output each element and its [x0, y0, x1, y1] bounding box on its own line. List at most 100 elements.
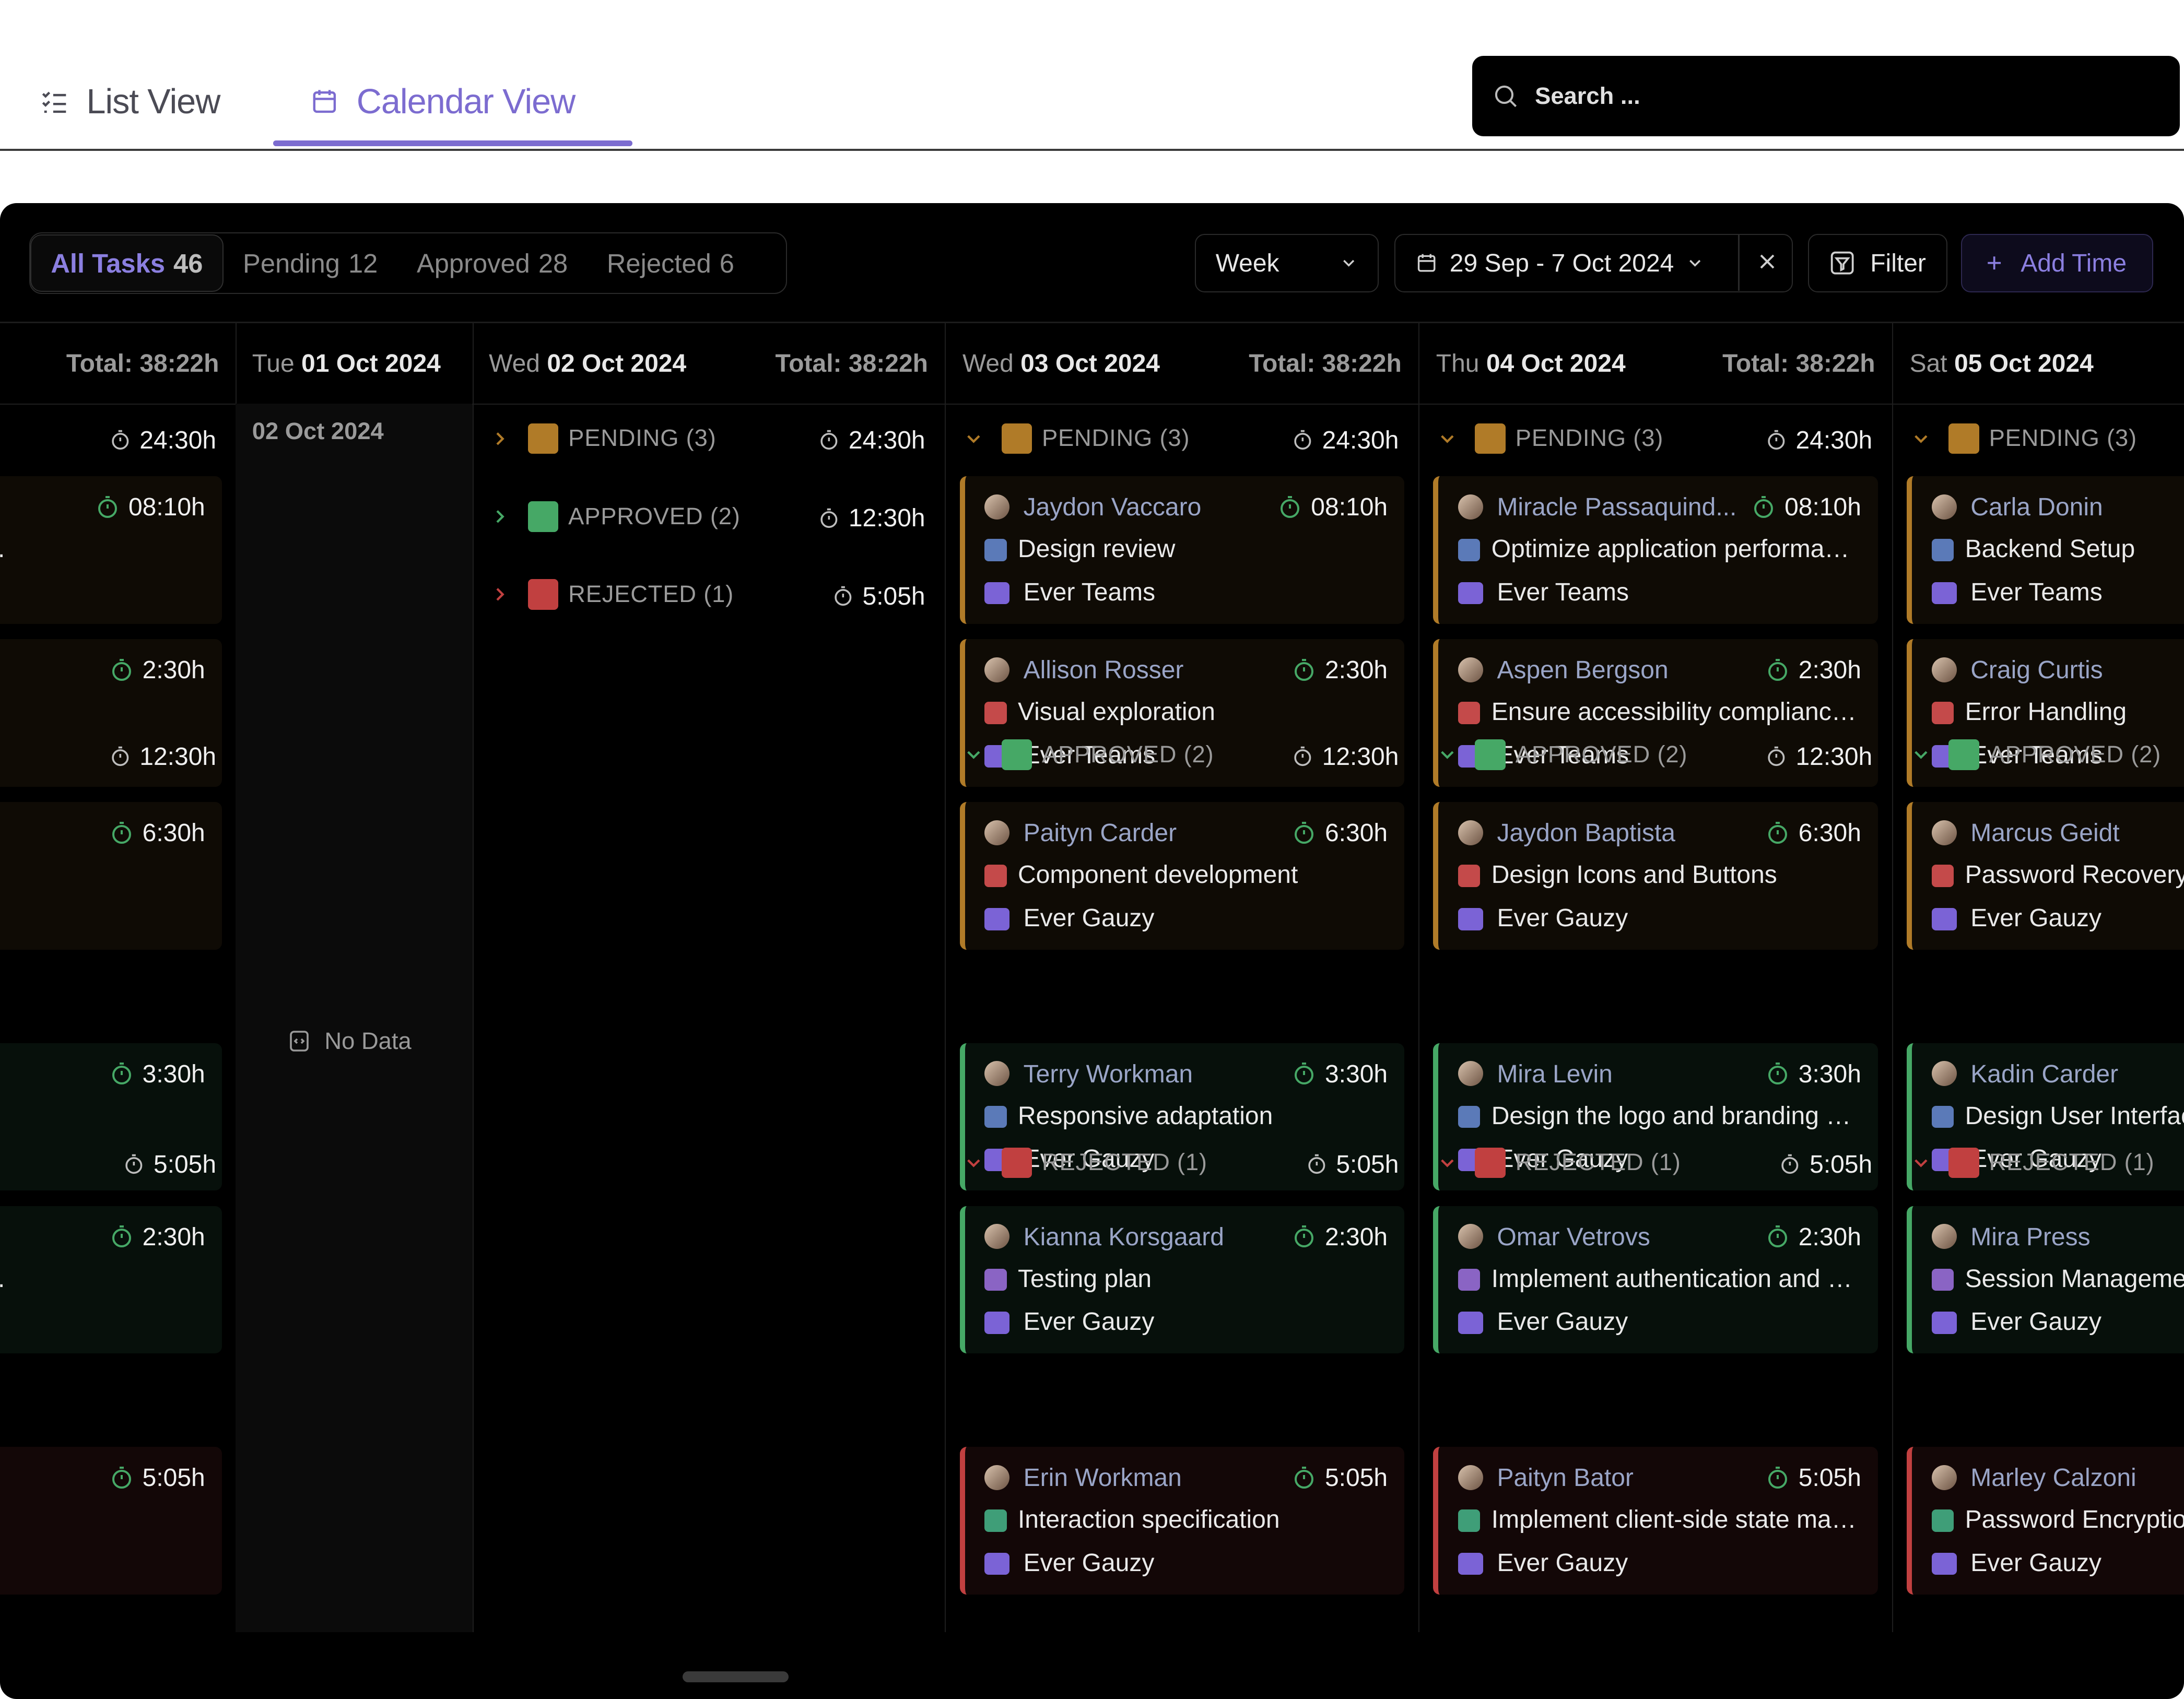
tab-list-view[interactable]: List View — [39, 58, 220, 145]
status-group-header[interactable]: REJECTED (1) 5:05h — [946, 1136, 1418, 1192]
filter-rejected[interactable]: Rejected 6 — [588, 235, 754, 291]
status-group-duration: 24:30h — [1765, 426, 1872, 455]
employee-name[interactable]: Terry Workman — [1024, 1060, 1193, 1089]
project-name: Ever Gauzy — [1497, 904, 1628, 932]
add-time-button[interactable]: Add Time — [1961, 234, 2154, 293]
entry-duration: 3:30h — [1291, 1060, 1388, 1089]
story-icon — [984, 1105, 1007, 1128]
timer-icon — [1768, 1466, 1787, 1489]
time-entry-card[interactable]: t6:30hd Buttons — [0, 802, 222, 950]
task-title: Palette and Visual... — [0, 535, 202, 563]
employee-name[interactable]: Aspen Bergson — [1497, 656, 1668, 685]
day-total: Total: 38:22h — [1722, 350, 1875, 378]
timer-icon — [111, 746, 128, 766]
entry-duration: 08:10h — [95, 493, 205, 522]
filter-button[interactable]: Filter — [1807, 234, 1947, 293]
status-group-header[interactable]: REJECTED (1) — [1893, 1136, 2184, 1192]
employee-name[interactable]: Marcus Geidt — [1970, 819, 2119, 847]
time-entry-card[interactable]: Erin Workman 5:05h Interaction specificati… — [959, 1447, 1405, 1595]
employee-name[interactable]: Kadin Carder — [1970, 1060, 2118, 1089]
employee-name[interactable]: Paityn Carder — [1024, 819, 1177, 847]
chevron-down-icon[interactable] — [962, 1152, 985, 1174]
status-group-header[interactable]: APPROVED (2) 12:30h — [472, 490, 945, 546]
period-select[interactable]: Week — [1195, 234, 1379, 293]
status-group-header[interactable]: APPROVED (2) — [1893, 728, 2184, 784]
time-entry-card[interactable]: Jaydon Baptista 6:30h Design Icons and But… — [1433, 802, 1878, 950]
time-entry-card[interactable]: 08:10h Palette and Visual... — [0, 476, 222, 624]
task-title: Password Recovery — [1965, 861, 2184, 889]
employee-name[interactable]: Omar Vetrovs — [1497, 1223, 1650, 1252]
chevron-down-icon[interactable] — [1436, 428, 1459, 450]
entry-duration: 2:30h — [1765, 1223, 1861, 1252]
status-group-header[interactable]: APPROVED (2) 12:30h — [946, 728, 1418, 784]
time-entry-card[interactable]: 2:30h Palette and Visual... — [0, 1206, 222, 1354]
status-group-label: PENDING (3) — [1515, 424, 1664, 452]
filter-pending[interactable]: Pending 12 — [224, 235, 397, 291]
employee-name[interactable]: Marley Calzoni — [1970, 1464, 2136, 1492]
chevron-right-icon[interactable] — [489, 583, 511, 606]
time-entry-card[interactable]: Marley Calzoni Password Encryptio Ever Gau… — [1907, 1447, 2184, 1595]
task-title: Component development — [1017, 861, 1298, 889]
time-entry-card[interactable]: Miracle Passaquind... 08:10h Optimize appl… — [1433, 476, 1878, 624]
chevron-down-icon[interactable] — [962, 428, 985, 450]
employee-name[interactable]: Mira Levin — [1497, 1060, 1612, 1089]
tab-calendar-view[interactable]: Calendar View — [309, 58, 576, 145]
status-group-header[interactable]: 24:30h — [0, 412, 236, 468]
time-entry-card[interactable]: Paityn Carder 6:30h Component development E… — [959, 802, 1405, 950]
chevron-right-icon[interactable] — [489, 505, 511, 528]
status-group-header[interactable]: 2)12:30h — [0, 728, 236, 784]
search-bar[interactable] — [1472, 55, 2180, 137]
status-group-duration: 5:05h — [123, 1150, 216, 1179]
chevron-down-icon[interactable] — [1910, 1152, 1932, 1174]
chevron-down-icon[interactable] — [1436, 744, 1459, 766]
employee-name[interactable]: Jaydon Baptista — [1497, 819, 1675, 847]
timer-icon — [111, 430, 128, 450]
status-group-header[interactable]: )5:05h — [0, 1136, 236, 1192]
status-group-header[interactable]: PENDING (3) 24:30h — [472, 412, 945, 468]
time-entry-card[interactable]: Omar Vetrovs 2:30h Implement authenticatio… — [1433, 1206, 1878, 1354]
status-group-header[interactable]: PENDING (3) 24:30h — [1419, 412, 1892, 468]
time-entry-card[interactable]: Jaydon Vaccaro 08:10h Design review Ever Te… — [959, 476, 1405, 624]
chevron-right-icon[interactable] — [489, 428, 511, 450]
status-group-header[interactable]: REJECTED (1) 5:05h — [472, 568, 945, 624]
time-entry-card[interactable]: Carla Donin Backend Setup Ever Teams — [1907, 476, 2184, 624]
search-input[interactable] — [1532, 81, 2151, 111]
employee-name[interactable]: Erin Workman — [1024, 1464, 1182, 1492]
status-swatch — [527, 501, 559, 532]
employee-name[interactable]: Craig Curtis — [1970, 656, 2103, 685]
project-icon — [984, 907, 1009, 930]
employee-name[interactable]: Jaydon Vaccaro — [1024, 493, 1202, 522]
employee-name[interactable]: Mira Press — [1970, 1223, 2090, 1252]
timer-icon — [112, 658, 131, 681]
filter-approved[interactable]: Approved 28 — [397, 235, 588, 291]
avatar — [1931, 1061, 1957, 1087]
employee-name[interactable]: Kianna Korsgaard — [1024, 1223, 1224, 1252]
status-group-label: PENDING (3) — [1041, 424, 1190, 452]
chevron-down-icon[interactable] — [1910, 744, 1932, 766]
active-tab-indicator — [273, 140, 632, 147]
status-group-header[interactable]: PENDING (3) 24:30h — [946, 412, 1418, 468]
status-group-header[interactable]: APPROVED (2) 12:30h — [1419, 728, 1892, 784]
date-range-picker[interactable]: 29 Sep - 7 Oct 2024 — [1394, 234, 1793, 293]
status-group-header[interactable]: PENDING (3) — [1893, 412, 2184, 468]
horizontal-scrollbar[interactable] — [682, 1671, 789, 1682]
time-entry-card[interactable]: 5:05h mes and Prototy... — [0, 1447, 222, 1595]
employee-name[interactable]: Miracle Passaquind... — [1497, 493, 1736, 522]
chevron-down-icon[interactable] — [1910, 428, 1932, 450]
chevron-down-icon[interactable] — [1436, 1152, 1459, 1174]
task-title: Ensure accessibility compliance... — [1491, 698, 1859, 726]
day-column: Wed 02 Oct 2024 Total: 38:22h PENDING (3) 2… — [472, 323, 946, 1632]
time-entry-card[interactable]: Marcus Geidt Password Recovery Ever Gauzy — [1907, 802, 2184, 950]
timer-icon — [820, 508, 838, 528]
close-icon[interactable] — [1755, 249, 1780, 274]
time-entry-card[interactable]: Paityn Bator 5:05h Implement client-side s… — [1433, 1447, 1878, 1595]
project-icon — [984, 1552, 1009, 1575]
time-entry-card[interactable]: Mira Press Session Managemen Ever Gauzy — [1907, 1206, 2184, 1354]
filter-all-tasks[interactable]: All Tasks 46 — [30, 234, 224, 292]
employee-name[interactable]: Paityn Bator — [1497, 1464, 1633, 1492]
chevron-down-icon[interactable] — [962, 744, 985, 766]
employee-name[interactable]: Carla Donin — [1970, 493, 2103, 522]
employee-name[interactable]: Allison Rosser — [1024, 656, 1184, 685]
status-group-header[interactable]: REJECTED (1) 5:05h — [1419, 1136, 1892, 1192]
time-entry-card[interactable]: Kianna Korsgaard 2:30h Testing plan Ever Ga… — [959, 1206, 1405, 1354]
